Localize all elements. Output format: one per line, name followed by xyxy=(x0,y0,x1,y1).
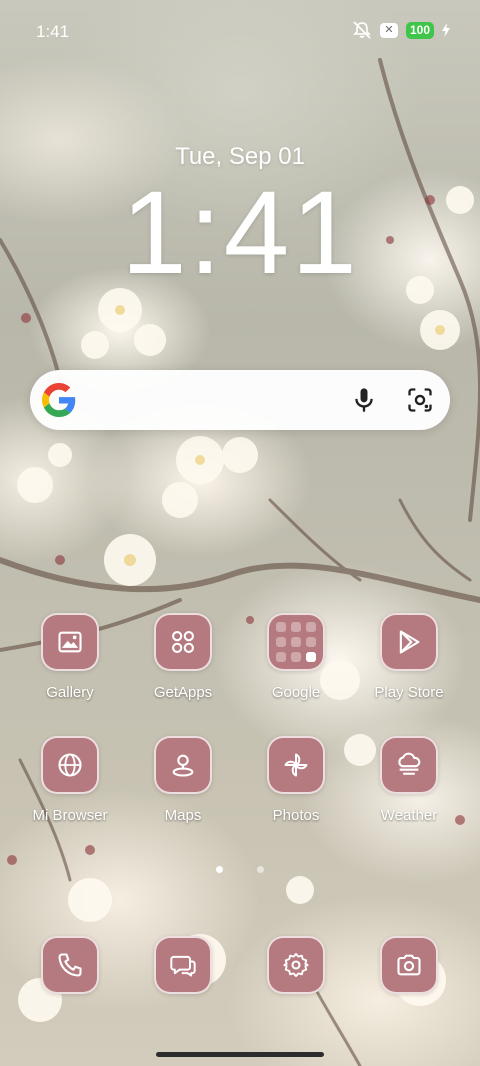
home-gesture-bar[interactable] xyxy=(156,1052,324,1057)
app-label: Maps xyxy=(164,807,202,824)
app-weather[interactable]: Weather xyxy=(359,736,459,824)
app-play-store[interactable]: Play Store xyxy=(359,613,459,701)
dock-settings[interactable] xyxy=(246,936,346,994)
app-label: Google xyxy=(271,684,321,701)
app-label: Photos xyxy=(272,807,320,824)
play-store-icon[interactable] xyxy=(380,613,438,671)
getapps-icon[interactable] xyxy=(154,613,212,671)
clock-time[interactable]: 1:41 xyxy=(0,168,480,298)
lens-camera-icon[interactable] xyxy=(406,386,434,414)
messages-icon[interactable] xyxy=(154,936,212,994)
gallery-icon[interactable] xyxy=(41,613,99,671)
charging-icon xyxy=(442,23,450,37)
app-label: Mi Browser xyxy=(32,807,108,824)
app-maps[interactable]: Maps xyxy=(133,736,233,824)
google-search-bar[interactable] xyxy=(30,370,450,430)
app-gallery[interactable]: Gallery xyxy=(20,613,120,701)
app-label: Play Store xyxy=(374,684,444,701)
pinwheel-icon[interactable] xyxy=(267,736,325,794)
page-indicator xyxy=(0,866,480,873)
battery-icon: 100 xyxy=(405,21,434,39)
weather-icon[interactable] xyxy=(380,736,438,794)
app-photos[interactable]: Photos xyxy=(246,736,346,824)
camera-icon[interactable] xyxy=(380,936,438,994)
map-pin-icon[interactable] xyxy=(154,736,212,794)
settings-icon[interactable] xyxy=(267,936,325,994)
globe-icon[interactable] xyxy=(41,736,99,794)
app-label: GetApps xyxy=(153,684,213,701)
status-icons: ✕ 100 xyxy=(352,21,450,39)
folder-icon[interactable] xyxy=(267,613,325,671)
dock-phone[interactable] xyxy=(20,936,120,994)
phone-icon[interactable] xyxy=(41,936,99,994)
google-logo-icon xyxy=(42,383,76,417)
app-getapps[interactable]: GetApps xyxy=(133,613,233,701)
app-mi-browser[interactable]: Mi Browser xyxy=(20,736,120,824)
close-badge-icon: ✕ xyxy=(379,22,398,38)
app-label: Weather xyxy=(380,807,438,824)
microphone-icon[interactable] xyxy=(350,386,378,414)
mute-icon xyxy=(353,21,371,39)
page-dot xyxy=(257,866,264,873)
status-bar: 1:41 ✕ 100 xyxy=(0,0,480,62)
dock-messages[interactable] xyxy=(133,936,233,994)
app-label: Gallery xyxy=(46,684,94,701)
status-time: 1:41 xyxy=(36,22,70,41)
app-folder-google[interactable]: Google xyxy=(246,613,346,701)
dock-camera[interactable] xyxy=(359,936,459,994)
page-dot-active xyxy=(216,866,223,873)
